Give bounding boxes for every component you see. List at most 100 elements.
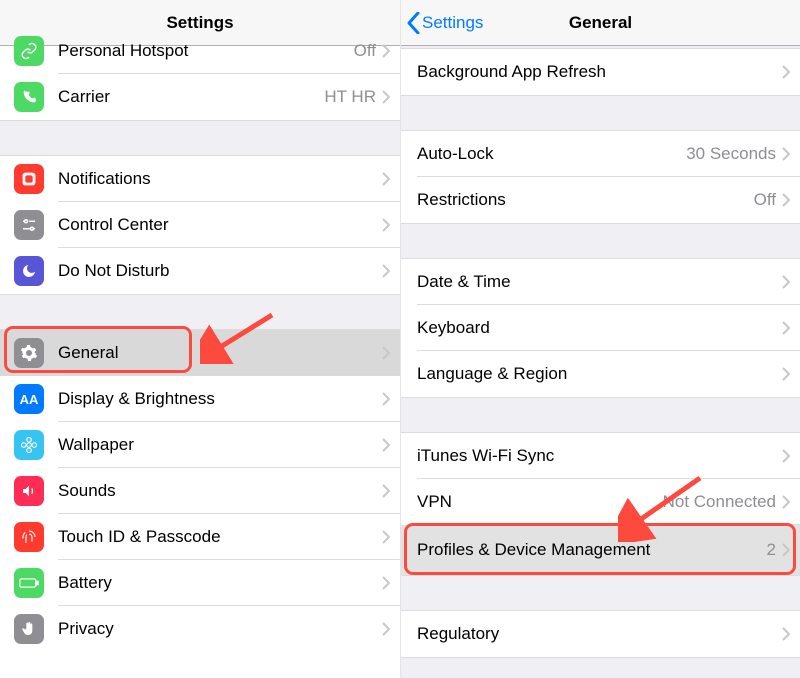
chevron-left-icon (407, 12, 420, 34)
section-gap (401, 95, 800, 131)
row-label: Touch ID & Passcode (58, 527, 382, 547)
chevron-right-icon (782, 495, 790, 509)
row-auto-lock[interactable]: Auto-Lock 30 Seconds (401, 131, 800, 177)
flower-icon (14, 430, 44, 460)
left-title: Settings (166, 13, 233, 33)
bell-icon (14, 164, 44, 194)
chevron-right-icon (382, 44, 390, 58)
chevron-right-icon (782, 321, 790, 335)
chevron-right-icon (782, 275, 790, 289)
row-itunes-wifi[interactable]: iTunes Wi-Fi Sync (401, 433, 800, 479)
row-label: Language & Region (417, 364, 782, 384)
chevron-right-icon (782, 147, 790, 161)
right-title: General (569, 13, 632, 33)
row-label: Personal Hotspot (58, 41, 354, 61)
row-hotspot[interactable]: Personal Hotspot Off (0, 46, 400, 74)
battery-icon (14, 568, 44, 598)
row-label: Control Center (58, 215, 382, 235)
chevron-right-icon (782, 627, 790, 641)
speaker-icon (14, 476, 44, 506)
row-dnd[interactable]: Do Not Disturb (0, 248, 400, 294)
row-label: Restrictions (417, 190, 754, 210)
chevron-right-icon (382, 264, 390, 278)
row-label: Regulatory (417, 624, 782, 644)
chevron-right-icon (782, 449, 790, 463)
row-regulatory[interactable]: Regulatory (401, 611, 800, 657)
row-profiles[interactable]: Profiles & Device Management 2 (401, 525, 800, 575)
sliders-icon (14, 210, 44, 240)
row-value: 2 (767, 540, 776, 560)
chevron-right-icon (382, 218, 390, 232)
row-label: Carrier (58, 87, 324, 107)
row-notifications[interactable]: Notifications (0, 156, 400, 202)
fingerprint-icon (14, 522, 44, 552)
chevron-right-icon (382, 530, 390, 544)
row-label: Background App Refresh (417, 62, 782, 82)
chevron-right-icon (382, 392, 390, 406)
section-gap (0, 120, 400, 156)
row-label: Do Not Disturb (58, 261, 382, 281)
chevron-right-icon (382, 346, 390, 360)
chevron-right-icon (382, 622, 390, 636)
section-gap (401, 223, 800, 259)
row-label: Keyboard (417, 318, 782, 338)
row-label: Notifications (58, 169, 382, 189)
row-carrier[interactable]: Carrier HT HR (0, 74, 400, 120)
chevron-right-icon (382, 90, 390, 104)
chevron-right-icon (382, 172, 390, 186)
chevron-right-icon (782, 543, 790, 557)
chevron-right-icon (382, 438, 390, 452)
row-label: Battery (58, 573, 382, 593)
row-wallpaper[interactable]: Wallpaper (0, 422, 400, 468)
phone-icon (14, 82, 44, 112)
chevron-right-icon (782, 193, 790, 207)
row-date-time[interactable]: Date & Time (401, 259, 800, 305)
chevron-right-icon (382, 576, 390, 590)
row-label: iTunes Wi-Fi Sync (417, 446, 782, 466)
row-label: VPN (417, 492, 663, 512)
chevron-right-icon (782, 367, 790, 381)
row-bg-refresh[interactable]: Background App Refresh (401, 49, 800, 95)
chevron-right-icon (782, 65, 790, 79)
row-value: HT HR (324, 87, 376, 107)
row-label: General (58, 343, 382, 363)
row-label: Auto-Lock (417, 144, 686, 164)
moon-icon (14, 256, 44, 286)
hand-icon (14, 614, 44, 644)
link-icon (14, 36, 44, 66)
row-general[interactable]: General (0, 330, 400, 376)
gear-icon (14, 338, 44, 368)
row-language-region[interactable]: Language & Region (401, 351, 800, 397)
row-label: Wallpaper (58, 435, 382, 455)
general-pane: Settings General Background App Refresh … (400, 0, 800, 678)
row-label: Privacy (58, 619, 382, 639)
row-restrictions[interactable]: Restrictions Off (401, 177, 800, 223)
row-value: Off (754, 190, 776, 210)
row-battery[interactable]: Battery (0, 560, 400, 606)
row-label: Profiles & Device Management (417, 540, 767, 560)
section-gap (401, 397, 800, 433)
row-touchid[interactable]: Touch ID & Passcode (0, 514, 400, 560)
section-gap (401, 657, 800, 678)
row-value: Off (354, 41, 376, 61)
row-keyboard[interactable]: Keyboard (401, 305, 800, 351)
row-control-center[interactable]: Control Center (0, 202, 400, 248)
back-button[interactable]: Settings (407, 0, 483, 45)
left-navbar: Settings (0, 0, 400, 46)
settings-pane: Settings Personal Hotspot Off Carrier HT… (0, 0, 400, 678)
row-label: Date & Time (417, 272, 782, 292)
row-value: 30 Seconds (686, 144, 776, 164)
display-icon: AA (14, 384, 44, 414)
row-privacy[interactable]: Privacy (0, 606, 400, 652)
right-navbar: Settings General (401, 0, 800, 46)
row-vpn[interactable]: VPN Not Connected (401, 479, 800, 525)
row-label: Display & Brightness (58, 389, 382, 409)
section-gap (0, 294, 400, 330)
row-sounds[interactable]: Sounds (0, 468, 400, 514)
chevron-right-icon (382, 484, 390, 498)
row-value: Not Connected (663, 492, 776, 512)
row-label: Sounds (58, 481, 382, 501)
back-label: Settings (422, 13, 483, 33)
section-gap (401, 575, 800, 611)
row-display[interactable]: AA Display & Brightness (0, 376, 400, 422)
